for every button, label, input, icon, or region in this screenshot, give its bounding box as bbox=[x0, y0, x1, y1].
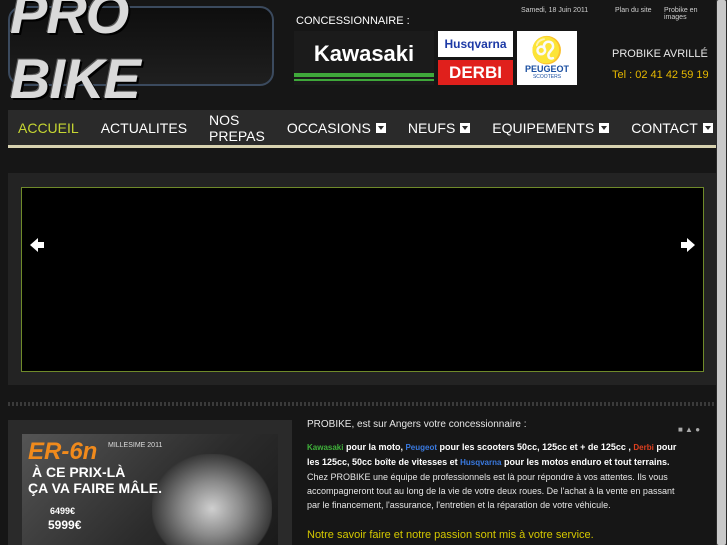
kawasaki-logo[interactable]: Kawasaki bbox=[294, 31, 434, 85]
probike-logo[interactable]: PRO BIKE bbox=[8, 0, 274, 110]
logo-text: PRO BIKE bbox=[10, 0, 141, 110]
derbi-name: DERBI bbox=[449, 62, 502, 82]
description-paragraph: Chez PROBIKE une équipe de professionnel… bbox=[307, 472, 675, 510]
lion-icon: ♌ bbox=[530, 35, 564, 65]
nav-label: NEUFS bbox=[407, 119, 456, 136]
nav-label: ACTUALITES bbox=[100, 119, 188, 136]
husqvarna-logo[interactable]: Husqvarna bbox=[438, 31, 513, 57]
nav-item-neufs[interactable]: NEUFS bbox=[407, 119, 471, 136]
nav-item-equipements[interactable]: EQUIPEMENTS bbox=[492, 119, 610, 136]
phone-number: Tel : 02 41 42 59 19 bbox=[612, 69, 709, 81]
nav-label: ACCUEIL bbox=[18, 119, 79, 136]
slider-container bbox=[8, 173, 716, 385]
peugeot-text: Peugeot bbox=[405, 443, 438, 452]
chevron-down-icon bbox=[702, 122, 713, 133]
nav-item-accueil[interactable]: ACCUEIL bbox=[18, 120, 79, 136]
image-slider[interactable] bbox=[21, 187, 704, 372]
promo-title: ER-6n bbox=[28, 438, 98, 465]
page: PRO BIKE Samedi, 18 Juin 2011 Plan du si… bbox=[0, 0, 716, 545]
shop-name: PROBIKE AVRILLÉ bbox=[612, 48, 708, 60]
nav-item-occasions[interactable]: OCCASIONS bbox=[287, 120, 386, 136]
arrow-right-icon[interactable] bbox=[679, 236, 697, 254]
social-icons[interactable]: ■ ▲ ● bbox=[678, 425, 700, 434]
derbi-logo[interactable]: DERBI bbox=[438, 60, 513, 85]
nav-item-actualites[interactable]: ACTUALITES bbox=[101, 120, 187, 136]
kawasaki-name: Kawasaki bbox=[313, 41, 415, 66]
nav-label: OCCASIONS bbox=[286, 119, 371, 136]
promo-old-price: 6499€ bbox=[50, 506, 76, 516]
promo-line-1: À CE PRIX-LÀ bbox=[32, 464, 126, 480]
text-part-2: pour les scooters 50cc, 125cc et + de 12… bbox=[437, 442, 634, 452]
nav-item-nos-prepas[interactable]: NOS PREPAS bbox=[209, 112, 265, 144]
promo-box: ER-6n MILLESIME 2011 À CE PRIX-LÀ ÇA VA … bbox=[8, 420, 292, 545]
nav-item-contact[interactable]: CONTACT bbox=[631, 120, 713, 136]
slogan: Notre savoir faire et notre passion sont… bbox=[307, 529, 594, 541]
brands-paragraph: Kawasaki pour la moto, Peugeot pour les … bbox=[307, 440, 677, 470]
scrollbar[interactable] bbox=[716, 0, 727, 545]
motorcycle-image bbox=[152, 454, 272, 545]
nav-label: CONTACT bbox=[631, 119, 698, 136]
date-text: Samedi, 18 Juin 2011 bbox=[521, 7, 589, 14]
chevron-down-icon bbox=[460, 122, 471, 133]
chevron-down-icon bbox=[375, 122, 386, 133]
nav-label: NOS PREPAS bbox=[209, 111, 265, 144]
promo-price: 5999€ bbox=[48, 518, 82, 532]
link-plan-du-site[interactable]: Plan du site bbox=[615, 7, 652, 14]
nav-label: EQUIPEMENTS bbox=[492, 119, 595, 136]
scrollbar-thumb[interactable] bbox=[717, 0, 726, 545]
main-nav: ACCUEIL ACTUALITES NOS PREPAS OCCASIONS … bbox=[8, 110, 716, 148]
link-probike-en-images[interactable]: Probike en images bbox=[664, 7, 716, 21]
share-icon[interactable]: ■ ▲ ● bbox=[678, 425, 700, 434]
dotted-divider bbox=[8, 402, 716, 406]
kawasaki-stripe bbox=[294, 73, 434, 77]
peugeot-name: PEUGEOT bbox=[524, 64, 569, 74]
promo-millesime: MILLESIME 2011 bbox=[108, 442, 163, 449]
kawasaki-text: Kawasaki bbox=[307, 443, 344, 452]
husqvarna-name: Husqvarna bbox=[444, 37, 507, 51]
kawasaki-stripe-2 bbox=[294, 79, 434, 81]
arrow-left-icon[interactable] bbox=[28, 236, 46, 254]
text-part-1: pour la moto, bbox=[343, 442, 406, 452]
peugeot-sub: SCOOTERS bbox=[532, 74, 562, 80]
intro-heading: PROBIKE, est sur Angers votre concession… bbox=[307, 419, 527, 430]
peugeot-logo[interactable]: ♌ PEUGEOT SCOOTERS bbox=[517, 31, 577, 85]
promo-banner[interactable]: ER-6n MILLESIME 2011 À CE PRIX-LÀ ÇA VA … bbox=[22, 434, 278, 545]
derbi-text: Derbi bbox=[633, 443, 654, 452]
text-part-4: pour les motos enduro et tout terrains. bbox=[501, 457, 670, 467]
concessionnaire-label: CONCESSIONNAIRE : bbox=[296, 15, 410, 27]
intro-text-block: PROBIKE, est sur Angers votre concession… bbox=[307, 418, 677, 512]
promo-line-2: ÇA VA FAIRE MÂLE. bbox=[28, 480, 163, 496]
husqvarna-text: Husqvarna bbox=[460, 458, 502, 467]
chevron-down-icon bbox=[599, 122, 610, 133]
